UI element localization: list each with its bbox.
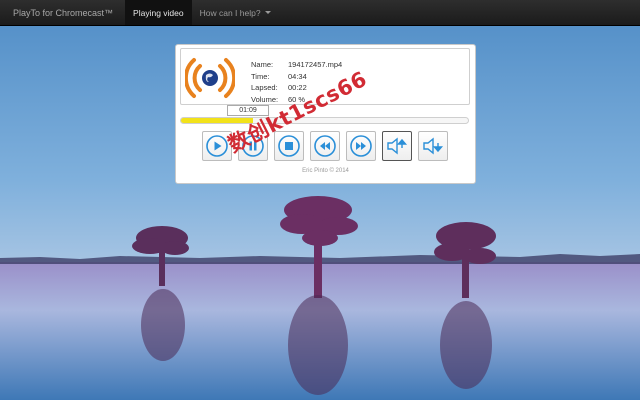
copyright-footer: Eric Pinto © 2014 [302,168,349,174]
nav-playing-video-label: Playing video [133,7,184,18]
fast-forward-icon [350,135,372,157]
stop-icon [278,135,300,157]
time-value: 04:34 [288,71,307,81]
rewind-icon [314,135,336,157]
name-value: 194172457.mp4 [288,60,343,69]
lapsed-label: Lapsed: [251,83,278,92]
progress-bar[interactable] [180,117,469,124]
volume-down-button[interactable] [418,131,448,161]
app-brand[interactable]: PlayTo for Chromecast™ [0,0,125,25]
name-label: Name: [251,60,274,69]
rewind-button[interactable] [310,131,340,161]
volume-up-icon [387,137,408,155]
nav-help-label: How can I help? [199,7,261,18]
fast-forward-button[interactable] [346,131,376,161]
player-panel: Name: 194172457.mp4 Time: 04:34 Lapsed: … [175,44,476,184]
nav-help-dropdown[interactable]: How can I help? [192,0,279,25]
caret-down-icon [264,11,271,14]
top-navbar: PlayTo for Chromecast™ Playing video How… [0,0,640,26]
cast-broadcast-icon [185,58,235,98]
volume-up-button[interactable] [382,131,412,161]
volume-down-icon [423,137,444,155]
nav-playing-video[interactable]: Playing video [125,0,192,25]
time-label: Time: [251,71,270,81]
